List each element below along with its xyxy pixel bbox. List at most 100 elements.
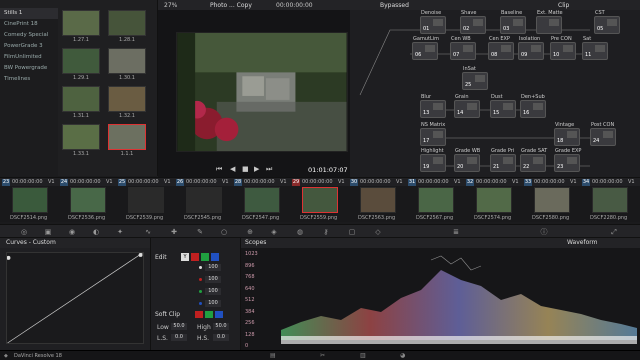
color-page-icon[interactable]: ◕ <box>400 352 405 359</box>
clip-thumbnail[interactable] <box>12 187 48 213</box>
rgb-mixer-icon[interactable]: ◐ <box>92 228 100 236</box>
still-thumbnail[interactable] <box>108 48 146 74</box>
softclip-green[interactable] <box>205 311 213 318</box>
skip-forward-icon[interactable]: ⏭ <box>266 165 272 174</box>
high-value[interactable]: 50.0 <box>213 323 229 330</box>
softclip-red[interactable] <box>195 311 203 318</box>
album-item[interactable]: Timelines <box>0 74 58 85</box>
node-mode-select[interactable]: Clip <box>558 2 569 9</box>
camera-raw-icon[interactable]: ◎ <box>20 228 28 236</box>
low-value[interactable]: 50.0 <box>171 323 187 330</box>
clip-index[interactable]: 32 <box>466 179 474 186</box>
clip-index[interactable]: 33 <box>524 179 532 186</box>
bypass-label[interactable]: Bypassed <box>380 2 409 9</box>
color-node[interactable]: Dust 15 <box>490 94 516 118</box>
still-thumbnail[interactable] <box>108 10 146 36</box>
clip-index[interactable]: 28 <box>234 179 242 186</box>
album-item[interactable]: PowerGrade 3 <box>0 41 58 52</box>
color-node[interactable]: Blur 13 <box>420 94 446 118</box>
scope-mode-select[interactable]: Waveform <box>567 238 597 248</box>
clip-index[interactable]: 24 <box>60 179 68 186</box>
color-node[interactable]: Pre CON 10 <box>550 36 576 60</box>
album-item[interactable]: BW Powergrade <box>0 63 58 74</box>
channel-y-button[interactable]: Y <box>181 253 189 261</box>
still-thumbnail[interactable] <box>108 124 146 150</box>
color-node[interactable]: CST 05 <box>594 10 620 34</box>
color-node[interactable]: GamutLim 06 <box>412 36 439 60</box>
magic-mask-icon[interactable]: ◈ <box>270 228 278 236</box>
clip-thumbnail[interactable] <box>244 187 280 213</box>
curves-icon[interactable]: ∿ <box>144 228 152 236</box>
media-page-icon[interactable]: ▤ <box>270 352 276 359</box>
skip-back-icon[interactable]: ⏮ <box>216 165 222 174</box>
color-wheels-icon[interactable]: ◉ <box>68 228 76 236</box>
expand-icon[interactable]: ⤢ <box>610 228 618 236</box>
motion-effects-icon[interactable]: ✦ <box>116 228 124 236</box>
color-match-icon[interactable]: ▣ <box>44 228 52 236</box>
color-warper-icon[interactable]: ✚ <box>170 228 178 236</box>
color-node[interactable]: Sat 11 <box>582 36 608 60</box>
clip-thumbnail[interactable] <box>186 187 222 213</box>
red-intensity[interactable]: 100 <box>205 276 221 283</box>
color-node[interactable]: Post CON 24 <box>590 122 616 146</box>
clip-index[interactable]: 30 <box>350 179 358 186</box>
zoom-level[interactable]: 27% <box>164 2 177 9</box>
blue-intensity[interactable]: 100 <box>205 300 221 307</box>
3d-icon[interactable]: ◇ <box>374 228 382 236</box>
clip-thumbnail[interactable] <box>534 187 570 213</box>
color-node[interactable]: Baseline 03 <box>500 10 526 34</box>
clip-thumbnail[interactable] <box>418 187 454 213</box>
qualifier-icon[interactable]: ✎ <box>196 228 204 236</box>
album-item[interactable]: CinePrint 18 <box>0 19 58 30</box>
clip-thumbnail[interactable] <box>128 187 164 213</box>
clip-index[interactable]: 31 <box>408 179 416 186</box>
clip-thumbnail[interactable] <box>592 187 628 213</box>
color-node[interactable]: Isolation 09 <box>518 36 544 60</box>
clip-thumbnail[interactable] <box>70 187 106 213</box>
window-icon[interactable]: ○ <box>220 228 228 236</box>
color-node[interactable]: Grade SAT 22 <box>520 148 547 172</box>
color-node[interactable]: Ext. Matte <box>536 10 563 34</box>
color-node[interactable]: Cen WB 07 <box>450 36 476 60</box>
ls-value[interactable]: 0.0 <box>171 334 187 341</box>
color-node[interactable]: Grade Pri 21 <box>490 148 516 172</box>
channel-red-button[interactable] <box>191 253 199 261</box>
color-node[interactable]: Grade EXP 23 <box>554 148 581 172</box>
color-node[interactable]: Den+Sub 16 <box>520 94 546 118</box>
scopes-icon[interactable]: ≣ <box>452 228 460 236</box>
color-node[interactable]: InSat 25 <box>462 66 488 90</box>
tracker-icon[interactable]: ⊕ <box>246 228 254 236</box>
sizing-icon[interactable]: ▢ <box>348 228 356 236</box>
green-intensity[interactable]: 100 <box>205 288 221 295</box>
curve-graph[interactable] <box>6 252 144 344</box>
clip-index[interactable]: 25 <box>118 179 126 186</box>
color-node[interactable]: NS Matrix 17 <box>420 122 446 146</box>
hs-value[interactable]: 0.0 <box>213 334 229 341</box>
step-back-icon[interactable]: ◀ <box>230 165 235 173</box>
color-node[interactable]: Grain 14 <box>454 94 480 118</box>
play-icon[interactable]: ▶ <box>254 165 259 173</box>
clip-thumbnail[interactable] <box>302 187 338 213</box>
color-node[interactable]: Vintage 18 <box>554 122 580 146</box>
color-node[interactable]: Denoise 01 <box>420 10 446 34</box>
channel-blue-button[interactable] <box>211 253 219 261</box>
cut-page-icon[interactable]: ✂ <box>320 352 325 359</box>
color-node[interactable]: Highlight 19 <box>420 148 446 172</box>
clip-thumbnail[interactable] <box>476 187 512 213</box>
album-item[interactable]: Comedy Special <box>0 30 58 41</box>
still-thumbnail[interactable] <box>62 86 100 112</box>
stop-icon[interactable]: ■ <box>242 165 249 173</box>
info-icon[interactable]: ⓘ <box>540 228 548 236</box>
clip-index[interactable]: 34 <box>582 179 590 186</box>
still-thumbnail[interactable] <box>62 10 100 36</box>
key-icon[interactable]: ⚷ <box>322 228 330 236</box>
color-node[interactable]: Shave 02 <box>460 10 486 34</box>
blur-icon[interactable]: ◍ <box>296 228 304 236</box>
y-intensity[interactable]: 100 <box>205 264 221 271</box>
album-item[interactable]: FilmUnlimited <box>0 52 58 63</box>
color-node[interactable]: Grade WB 20 <box>454 148 480 172</box>
album-item[interactable]: Stills 1 <box>0 8 58 19</box>
color-node[interactable]: Cen EXP 08 <box>488 36 514 60</box>
clip-thumbnail[interactable] <box>360 187 396 213</box>
clip-index[interactable]: 23 <box>2 179 10 186</box>
